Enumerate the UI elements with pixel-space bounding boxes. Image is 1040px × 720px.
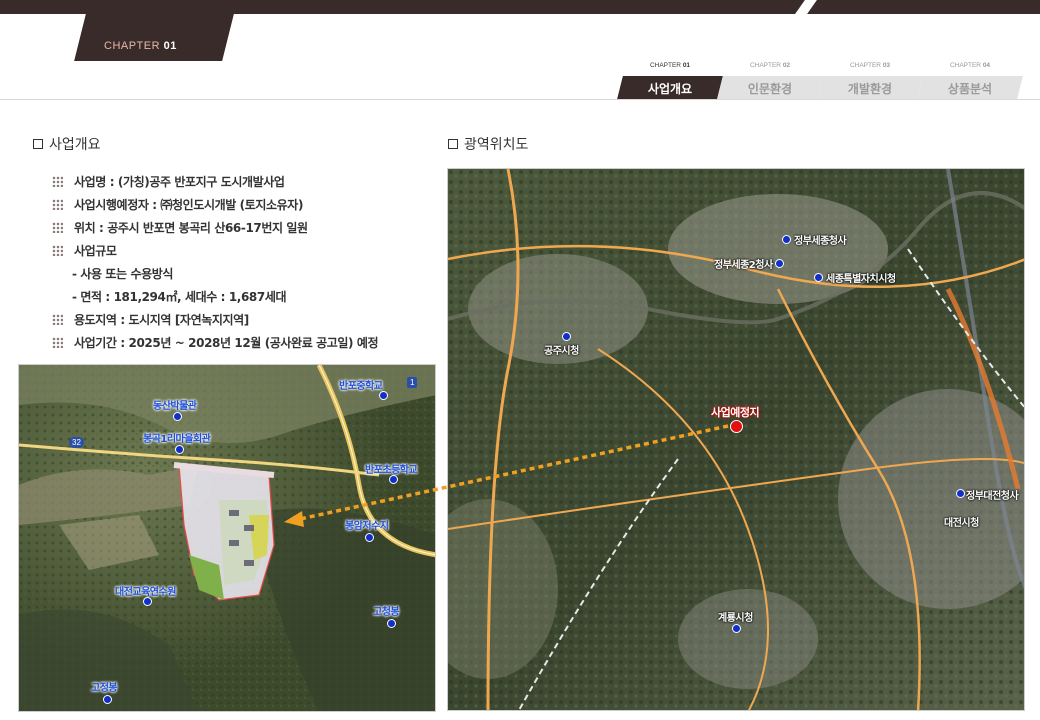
poi-pin-icon [379,391,388,400]
poi-pin-icon [732,624,741,633]
overview-subitem-text: - 면적 : 181,294㎡, 세대수 : 1,687세대 [72,290,287,304]
chapter-nav-label[interactable]: 사업개요 [620,80,720,97]
location-title-text: 광역위치도 [464,137,529,153]
chapter-nav-label[interactable]: 상품분석 [920,80,1020,97]
dot-grid-bullet-icon [52,222,63,233]
overview-item-text: 사업규모 [74,244,117,258]
chapter-nav-number: CHAPTER 01 [649,62,691,69]
chapter-nav-number: CHAPTER 02 [749,62,791,69]
dot-grid-bullet-icon [52,245,63,256]
poi-pin-icon [387,619,396,628]
overview-section-title: 사업개요 [33,134,101,154]
peak2-label: 고정봉 [91,683,118,694]
overview-subitem-method: - 사용 또는 수용방식 [52,262,432,285]
overview-item-location: 위치 : 공주시 반포면 봉곡리 산66-17번지 일원 [52,216,432,239]
chapter-nav-label[interactable]: 인문환경 [720,80,820,97]
dot-grid-bullet-icon [52,176,63,187]
poi-pin-icon [143,597,152,606]
overview-item-scale: 사업규모 [52,239,432,262]
overview-item-period: 사업기간 : 2025년 ~ 2028년 12월 (공사완료 공고일) 예정 [52,331,432,354]
poi-pin-icon [389,475,398,484]
regional-satellite-map[interactable]: 사업예정지 공주시청 정부세종청사 정부세종2청사 세종특별자치시청 정부대전청… [447,168,1025,711]
overview-item-text: 사업기간 : 2025년 ~ 2028년 12월 (공사완료 공고일) 예정 [74,336,379,350]
gongju-city-hall-label: 공주시청 [544,346,579,357]
sejong-city-hall-label: 세종특별자치시청 [826,274,896,285]
overview-item-text: 사업명 : (가칭)공주 반포지구 도시개발사업 [74,175,285,189]
overview-title-text: 사업개요 [49,137,101,153]
checkbox-square-icon [33,139,43,149]
dot-grid-bullet-icon [52,199,63,210]
school-elem-label: 반포초등학교 [365,465,418,476]
route-1-marker: 1 [407,377,418,388]
school-middle-label: 반포중학교 [339,381,383,392]
sejong-gov-complex-label: 정부세종청사 [794,236,847,247]
project-site-label: 사업예정지 [711,406,760,419]
chapter-nav-item-2[interactable]: CHAPTER 02 인문환경 [717,62,823,100]
overview-item-name: 사업명 : (가칭)공주 반포지구 도시개발사업 [52,170,432,193]
gyeryong-city-hall-label: 계룡시청 [718,613,753,624]
overview-list: 사업명 : (가칭)공주 반포지구 도시개발사업 사업시행예정자 : ㈜청인도시… [52,170,432,354]
local-aerial-map[interactable]: 32 1 반포중학교 동산박물관 봉곡1리마을회관 반포초등학교 봉암저수지 대… [18,364,436,712]
overview-item-text: 위치 : 공주시 반포면 봉곡리 산66-17번지 일원 [74,221,308,235]
museum-label: 동산박물관 [153,401,197,412]
poi-pin-icon [103,695,112,704]
poi-pin-icon [175,445,184,454]
sejong-gov-complex2-label: 정부세종2청사 [714,260,773,271]
arboretum-label: 대전교육연수원 [115,587,176,598]
chapter-tab [74,14,234,61]
overview-item-zoning: 용도지역 : 도시지역 [자연녹지지역] [52,308,432,331]
poi-pin-icon [562,332,571,341]
header-divider [0,99,1040,100]
poi-pin-icon [956,489,965,498]
chapter-nav-label[interactable]: 개발환경 [820,80,920,97]
poi-pin-icon [814,273,823,282]
dot-grid-bullet-icon [52,337,63,348]
village-hall-label: 봉곡1리마을회관 [143,434,211,445]
dot-grid-bullet-icon [52,314,63,325]
overview-item-operator: 사업시행예정자 : ㈜청인도시개발 (토지소유자) [52,193,432,216]
chapter-nav-item-4[interactable]: CHAPTER 04 상품분석 [917,62,1023,100]
daejeon-gov-complex-label: 정부대전청사 [966,491,1019,502]
daejeon-city-hall-label: 대전시청 [944,518,979,529]
project-site-marker-icon [730,420,743,433]
chapter-nav-number: CHAPTER 04 [949,62,991,69]
checkbox-square-icon [448,139,458,149]
overview-item-text: 사업시행예정자 : ㈜청인도시개발 (토지소유자) [74,198,304,212]
overview-subitem-area: - 면적 : 181,294㎡, 세대수 : 1,687세대 [52,285,432,308]
poi-pin-icon [365,533,374,542]
poi-pin-icon [782,235,791,244]
peak1-label: 고청봉 [373,607,400,618]
location-section-title: 광역위치도 [448,134,528,154]
chapter-nav-number: CHAPTER 03 [849,62,891,69]
chapter-label: CHAPTER 01 [104,40,177,52]
poi-pin-icon [173,412,182,421]
reservoir-label: 봉암저수지 [345,521,389,532]
poi-pin-icon [775,259,784,268]
overview-subitem-text: - 사용 또는 수용방식 [72,267,174,281]
chapter-nav: CHAPTER 01 사업개요 CHAPTER 02 인문환경 CHAPTER … [617,62,1040,100]
top-bar [0,0,1040,14]
route-32-marker: 32 [69,437,84,448]
chapter-nav-item-1[interactable]: CHAPTER 01 사업개요 [617,62,723,100]
overview-item-text: 용도지역 : 도시지역 [자연녹지지역] [74,313,249,327]
chapter-nav-item-3[interactable]: CHAPTER 03 개발환경 [817,62,923,100]
